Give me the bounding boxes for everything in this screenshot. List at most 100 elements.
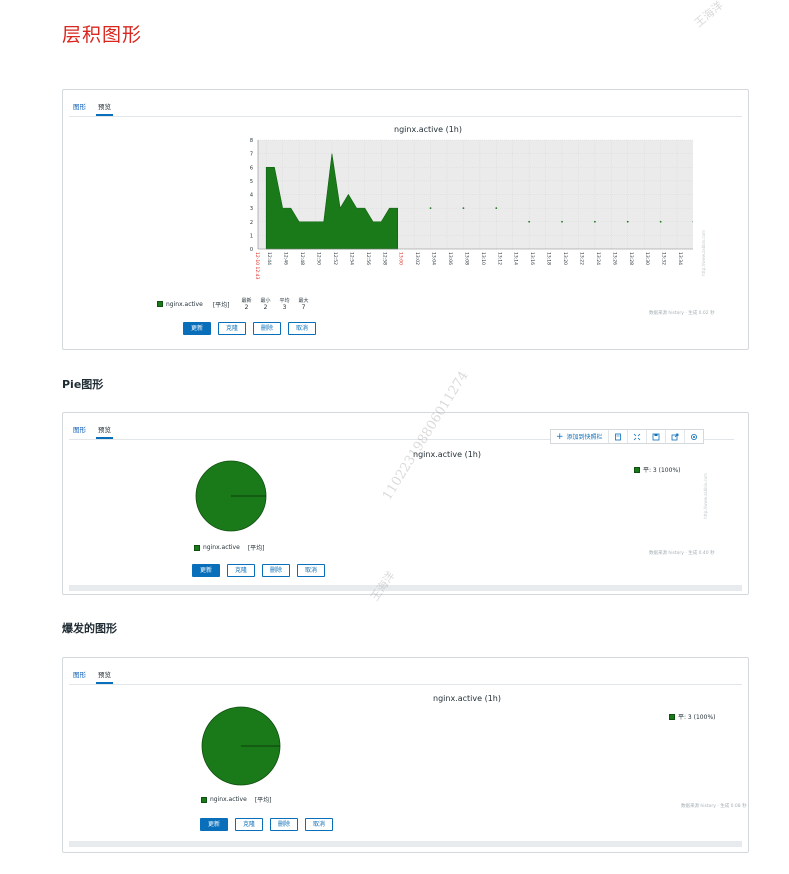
legend-func: [平均] [247, 545, 265, 552]
y-tick-label: 5 [250, 179, 253, 185]
gear-icon [690, 433, 697, 440]
scroll-bar[interactable] [69, 841, 742, 847]
delete-button[interactable]: 删除 [253, 322, 282, 335]
tab-preview[interactable]: 预览 [96, 98, 113, 116]
x-tick-label: 13:24 [595, 252, 601, 265]
fullscreen-button[interactable] [628, 430, 647, 443]
exploded-graph-panel: 图形 预览 nginx.active (1h) 平: 3 (100%) ngin… [62, 657, 749, 853]
scroll-bar[interactable] [69, 585, 742, 591]
chart-legend: nginx.active [平均] [201, 795, 271, 804]
legend-stats: 最新 2 最小 2 平均 3 最大 7 [241, 297, 308, 311]
chart-legend: nginx.active [平均] 最新 2 最小 2 平均 3 最大 7 [157, 297, 309, 311]
stat-max: 最大 7 [298, 298, 309, 311]
update-button[interactable]: 更新 [200, 818, 229, 831]
stacked-area-chart: 0 1 2 3 4 5 6 7 8 12:44 12:46 12:48 12:50 12:52 12:54 1… [250, 138, 693, 280]
x-tick-label: 13:04 [431, 252, 437, 265]
data-point [429, 207, 432, 210]
y-tick-label: 2 [250, 220, 253, 226]
tab-divider [69, 684, 742, 685]
series-label: 平: 3 (100%) [678, 714, 716, 721]
document-title: 层积图形 [62, 24, 143, 46]
data-point [528, 220, 531, 223]
x-tick-label: 12:50 [316, 252, 322, 265]
tab-graph[interactable]: 图形 [71, 98, 88, 116]
graph-tabs: 图形 预览 [71, 666, 113, 684]
cancel-button[interactable]: 取消 [288, 322, 317, 335]
tab-graph[interactable]: 图形 [71, 421, 88, 439]
x-tick-label: 12:44 [266, 252, 272, 265]
x-tick-label: 12:58 [381, 252, 387, 265]
x-tick-label: 12:52 [332, 252, 338, 265]
tab-graph[interactable]: 图形 [71, 666, 88, 684]
clone-button[interactable]: 克隆 [227, 564, 256, 577]
legend-swatch [634, 466, 640, 473]
watermark-name: 王海洋 [692, 0, 726, 30]
data-point [659, 220, 662, 223]
legend-item: nginx.active [203, 544, 240, 551]
x-start-label: 12-10 12:43 [254, 252, 260, 280]
legend-swatch [201, 796, 207, 803]
delete-button[interactable]: 删除 [262, 564, 291, 577]
cancel-button[interactable]: 取消 [297, 564, 326, 577]
section-heading-pie: Pie图形 [62, 378, 104, 391]
add-to-favorites-button[interactable]: + 添加到快照栏 [551, 430, 609, 443]
legend-func: [平均] [254, 797, 272, 804]
x-tick-label: 12:48 [299, 252, 305, 265]
tab-preview[interactable]: 预览 [96, 666, 113, 684]
y-tick-label: 6 [250, 165, 253, 171]
vertical-url: http://www.zabbix.com [703, 473, 708, 519]
legend-func: [平均] [212, 301, 230, 309]
x-tick-label: 13:08 [463, 252, 469, 265]
x-tick-label: 13:10 [480, 252, 486, 265]
tab-preview[interactable]: 预览 [96, 421, 113, 439]
x-tick-label: 13:14 [513, 252, 519, 265]
x-tick-label: 13:22 [578, 252, 584, 265]
legend-swatch [194, 544, 200, 551]
form-buttons: 更新 克隆 删除 取消 [192, 564, 326, 577]
copy-button[interactable] [609, 430, 628, 443]
graph-tabs: 图形 预览 [71, 421, 113, 439]
x-tick-label: 13:34 [677, 252, 683, 265]
x-tick-label: 12:46 [283, 252, 289, 265]
y-tick-label: 0 [250, 247, 253, 253]
y-tick-label: 7 [250, 152, 253, 158]
data-point [495, 207, 498, 210]
x-tick-label: 13:18 [546, 252, 552, 265]
x-tick-label: 13:28 [628, 252, 634, 265]
delete-button[interactable]: 删除 [270, 818, 299, 831]
graph-tabs: 图形 预览 [71, 98, 113, 116]
graph-toolbar: + 添加到快照栏 [550, 429, 704, 444]
chart-title: nginx.active (1h) [413, 450, 481, 459]
x-tick-label: 13:26 [611, 252, 617, 265]
copy-icon [614, 433, 621, 440]
data-point [462, 207, 465, 210]
data-source-note: 数据来源 history · 生成 0.08 秒 [681, 804, 747, 809]
pie-graph-panel: 图形 预览 + 添加到快照栏 nginx.active (1h) 平: 3 (1… [62, 412, 749, 595]
share-icon [671, 433, 678, 440]
cancel-button[interactable]: 取消 [305, 818, 334, 831]
form-buttons: 更新 克隆 删除 取消 [183, 322, 317, 335]
vertical-url: http://www.zabbix.com [701, 230, 706, 276]
x-tick-label: 13:06 [447, 252, 453, 265]
x-tick-label: 13:32 [661, 252, 667, 265]
y-tick-label: 4 [250, 193, 253, 199]
x-tick-label: 13:30 [644, 252, 650, 265]
update-button[interactable]: 更新 [192, 564, 221, 577]
share-button[interactable] [666, 430, 685, 443]
series-legend: 平: 3 (100%) [634, 465, 681, 474]
data-point [593, 220, 596, 223]
data-source-note: 数据来源 history · 生成 0.02 秒 [649, 311, 715, 316]
save-button[interactable] [647, 430, 666, 443]
settings-button[interactable] [685, 430, 703, 443]
series-label: 平: 3 (100%) [643, 467, 681, 474]
legend-item: nginx.active [210, 796, 247, 803]
update-button[interactable]: 更新 [183, 322, 212, 335]
clone-button[interactable]: 克隆 [218, 322, 247, 335]
chart-title: nginx.active (1h) [433, 694, 501, 703]
clone-button[interactable]: 克隆 [235, 818, 264, 831]
data-source-note: 数据来源 history · 生成 0.40 秒 [649, 551, 715, 556]
x-tick-label: 13:02 [414, 252, 420, 265]
section-heading-exploded: 爆发的图形 [62, 622, 117, 635]
x-tick-label: 12:56 [365, 252, 371, 265]
form-buttons: 更新 克隆 删除 取消 [200, 818, 334, 831]
